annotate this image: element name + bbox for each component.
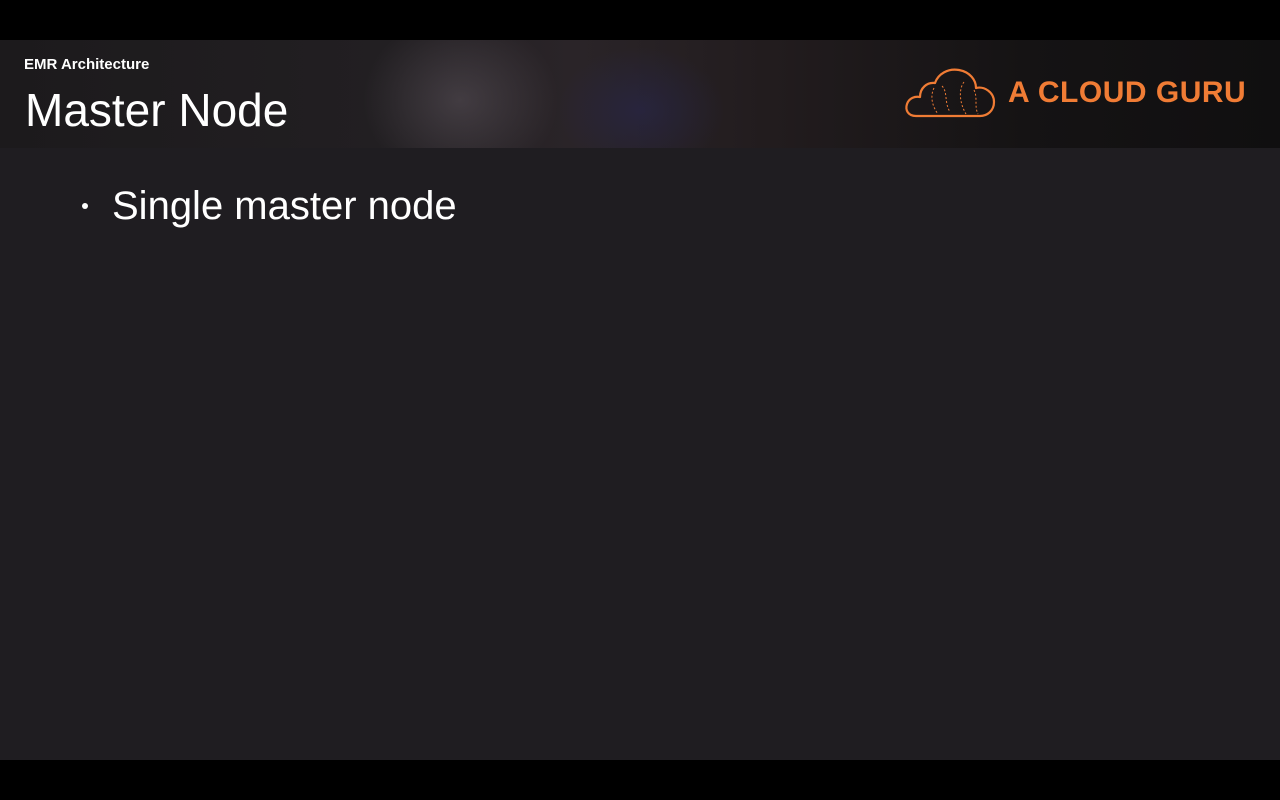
bullet-text: Single master node xyxy=(112,184,457,228)
slide-header: EMR Architecture Master Node A CLOUD GUR… xyxy=(0,40,1280,148)
brand-logo: A CLOUD GURU xyxy=(904,66,1247,122)
logo-wordmark: A CLOUD GURU xyxy=(1008,76,1247,109)
presentation-slide: EMR Architecture Master Node A CLOUD GUR… xyxy=(0,40,1280,760)
cloud-icon xyxy=(905,68,996,118)
letterbox-top xyxy=(0,0,1280,40)
bullet-item: Single master node xyxy=(78,182,457,230)
letterbox-bottom xyxy=(0,760,1280,800)
bullet-point-icon xyxy=(82,203,88,209)
slide-content: Single master node xyxy=(0,148,1280,760)
section-label: EMR Architecture xyxy=(24,56,150,73)
slide-title: Master Node xyxy=(25,84,289,136)
